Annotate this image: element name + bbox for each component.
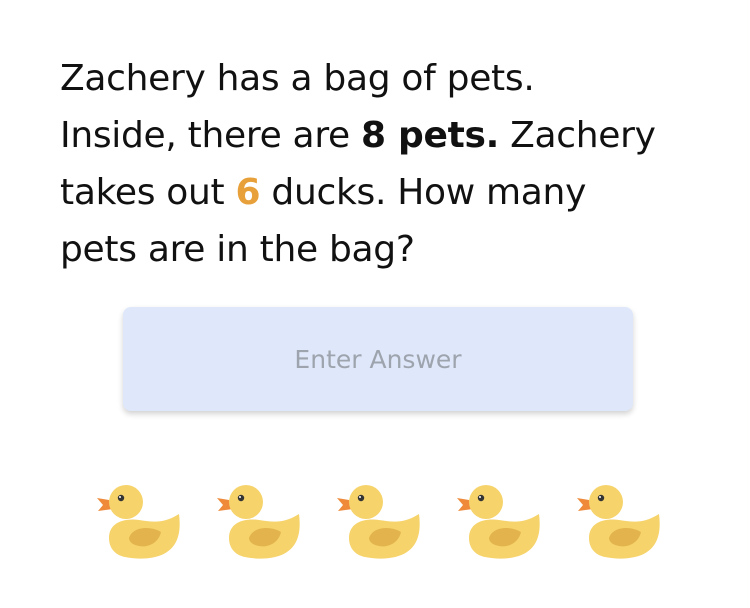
total-pets: 8 pets. xyxy=(361,115,500,156)
question-line-3-prefix: takes out xyxy=(60,172,236,213)
duck-icon xyxy=(575,478,665,563)
duck-icon xyxy=(215,478,305,563)
question-text: Zachery has a bag of pets. Inside, there… xyxy=(60,50,720,278)
question-line-2-prefix: Inside, there are xyxy=(60,115,362,156)
duck-icon xyxy=(335,478,425,563)
ducks-taken-number: 6 xyxy=(235,172,261,213)
duck-icon xyxy=(455,478,545,563)
question-line-2-suffix: Zachery xyxy=(499,115,656,156)
duck-icon xyxy=(95,478,185,563)
question-line-1: Zachery has a bag of pets. xyxy=(60,58,535,99)
question-line-4: pets are in the bag? xyxy=(60,229,415,270)
question-line-3-suffix: ducks. How many xyxy=(260,172,587,213)
answer-input[interactable] xyxy=(123,307,633,411)
duck-row xyxy=(95,478,675,563)
